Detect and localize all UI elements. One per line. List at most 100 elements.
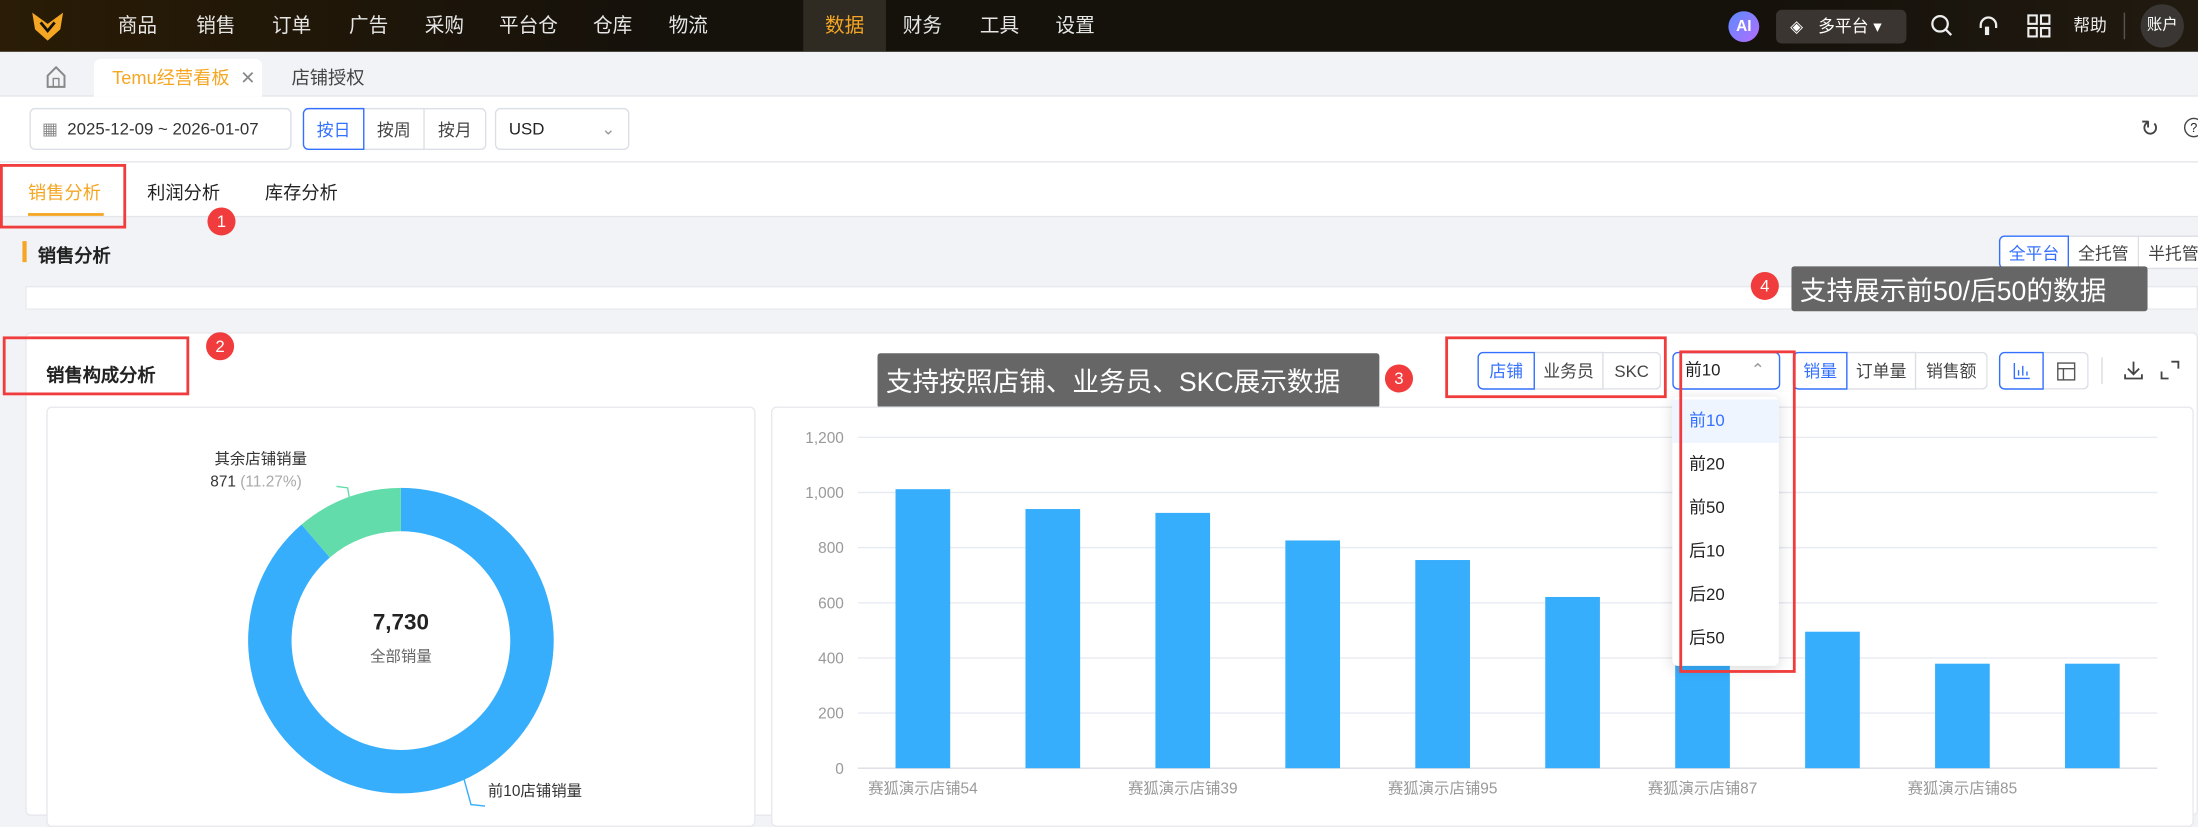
bar-chart: 0 200 400 600 800 1,000 1,200 赛狐演示店铺54 赛狐演示店铺39 赛… (805, 430, 2158, 797)
nav-item[interactable]: 商品 (112, 0, 162, 52)
refresh-icon[interactable]: ↻ (2141, 115, 2160, 143)
calendar-icon: ▦ (42, 119, 58, 139)
download-icon[interactable] (2124, 360, 2144, 380)
bar (1545, 596, 1600, 769)
divider (2123, 12, 2126, 40)
apps-grid-icon[interactable] (2027, 14, 2051, 38)
annotation-tooltip-4: 支持展示前50/后50的数据 (1791, 266, 2148, 312)
granularity-group: 按日 按周 按月 (302, 107, 487, 150)
layers-icon: ◈ (1790, 16, 1804, 37)
help-link[interactable]: 帮助 (2073, 0, 2107, 52)
y-tick-label: 1,000 (805, 485, 844, 502)
x-tick-label: 赛狐演示店铺85 (1908, 778, 2018, 797)
sales-amount-button[interactable]: 销售额 (1916, 351, 1988, 390)
y-tick-label: 0 (835, 761, 844, 778)
y-tick-label: 400 (818, 651, 844, 668)
others-value-row: 871 (11.27%) (210, 474, 301, 491)
platform-label: 多平台 (1818, 16, 1869, 37)
nav-item[interactable]: 订单 (266, 0, 316, 52)
nav-item[interactable]: 设置 (1050, 0, 1100, 52)
section-accent (22, 241, 27, 263)
nav-item[interactable]: 数据 (803, 0, 886, 52)
by-week-button[interactable]: 按周 (364, 107, 425, 150)
tab-profit-analysis[interactable]: 利润分析 (147, 178, 220, 205)
nav-item[interactable]: 财务 (897, 0, 947, 52)
y-tick-label: 200 (818, 706, 844, 723)
tab-temu-dashboard[interactable]: Temu经营看板 ✕ (93, 58, 263, 97)
others-pct: (11.27%) (240, 473, 302, 491)
by-month-button[interactable]: 按月 (424, 107, 487, 150)
bar (895, 489, 951, 769)
bar (1155, 512, 1211, 769)
bar (1805, 631, 1860, 769)
divider (2101, 357, 2103, 385)
section-title: 销售分析 (37, 245, 111, 267)
x-tick-label: 赛狐演示店铺95 (1388, 778, 1498, 797)
chevron-down-icon: ⌄ (601, 119, 616, 139)
platform-switch[interactable]: ◈ 多平台 ▾ (1776, 9, 1907, 44)
y-tick-label: 600 (818, 595, 844, 612)
bar (1285, 540, 1341, 769)
annotation-box-3 (1445, 336, 1667, 399)
currency-select[interactable]: USD ⌄ (494, 107, 630, 150)
y-tick-label: 800 (818, 540, 844, 557)
donut-slice-top10 (248, 487, 554, 794)
order-count-button[interactable]: 订单量 (1847, 351, 1917, 390)
date-range-picker[interactable]: ▦ 2025-12-09 ~ 2026-01-07 (29, 107, 292, 150)
nav-item[interactable]: 平台仓 (498, 0, 560, 52)
date-range-value: 2025-12-09 ~ 2026-01-07 (67, 119, 259, 139)
currency-value: USD (508, 119, 545, 139)
stage: 商品 销售 订单 广告 采购 平台仓 仓库 物流 数据 财务 工具 设置 AI ◈ 多平台 ▾ 帮助 … (0, 0, 2198, 827)
caret-down-icon: ▾ (1873, 16, 1882, 37)
annotation-badge-4: 4 (1750, 271, 1779, 300)
metric-group: 销量 订单量 销售额 (1792, 351, 1988, 390)
full-managed-button[interactable]: 全托管 (2069, 235, 2140, 270)
annotation-badge-1: 1 (207, 207, 236, 236)
y-tick-label: 1,200 (805, 430, 844, 447)
nav-item[interactable]: 工具 (974, 0, 1024, 52)
annotation-box-2 (2, 336, 190, 396)
semi-managed-button[interactable]: 半托管 (2139, 235, 2198, 270)
all-platform-button[interactable]: 全平台 (1998, 235, 2070, 270)
bar (1935, 663, 1990, 769)
nav-item[interactable]: 销售 (191, 0, 241, 52)
donut-total: 7,730 (372, 611, 429, 636)
donut-chart (248, 485, 554, 807)
annotation-tooltip-3: 支持按照店铺、业务员、SKC展示数据 (877, 353, 1380, 408)
donut-total-label: 全部销量 (370, 649, 432, 666)
annotation-badge-2: 2 (206, 332, 235, 361)
quantity-button[interactable]: 销量 (1792, 351, 1848, 390)
nav-item[interactable]: 广告 (343, 0, 393, 52)
view-toggle (1998, 351, 2089, 390)
platform-filter-group: 全平台 全托管 半托管 (1998, 235, 2198, 270)
bar (1415, 560, 1470, 769)
table-icon[interactable] (2043, 351, 2089, 390)
bar (2065, 663, 2120, 769)
close-icon[interactable]: ✕ (240, 67, 255, 88)
tab-store-auth[interactable]: 店铺授权 (292, 59, 365, 97)
x-tick-label: 赛狐演示店铺87 (1648, 778, 1758, 797)
nav-item[interactable]: 物流 (663, 0, 713, 52)
search-icon[interactable] (1930, 14, 1954, 38)
tab-inventory-analysis[interactable]: 库存分析 (265, 178, 338, 205)
by-day-button[interactable]: 按日 (302, 107, 365, 150)
nav-item[interactable]: 仓库 (587, 0, 637, 52)
bar (1025, 509, 1081, 769)
home-icon[interactable] (46, 65, 66, 88)
nav-item[interactable]: 采购 (419, 0, 469, 52)
x-tick-label: 赛狐演示店铺54 (868, 778, 978, 797)
tab-label: Temu经营看板 (112, 67, 230, 89)
fullscreen-icon[interactable] (2160, 360, 2180, 380)
annotation-box-1 (0, 164, 127, 229)
logo-icon (32, 12, 64, 41)
annotation-box-4 (1679, 350, 1796, 673)
ai-button[interactable]: AI (1728, 11, 1760, 43)
account-avatar[interactable]: 账户 (2140, 4, 2184, 48)
help-icon[interactable]: ? (2183, 117, 2198, 138)
bar-chart-icon[interactable] (1998, 351, 2044, 390)
x-tick-label: 赛狐演示店铺39 (1128, 778, 1238, 797)
others-label: 其余店铺销量 (214, 451, 307, 469)
annotation-badge-3: 3 (1384, 364, 1413, 393)
headset-icon[interactable] (1977, 14, 2001, 38)
top10-label: 前10店铺销量 (487, 783, 583, 801)
